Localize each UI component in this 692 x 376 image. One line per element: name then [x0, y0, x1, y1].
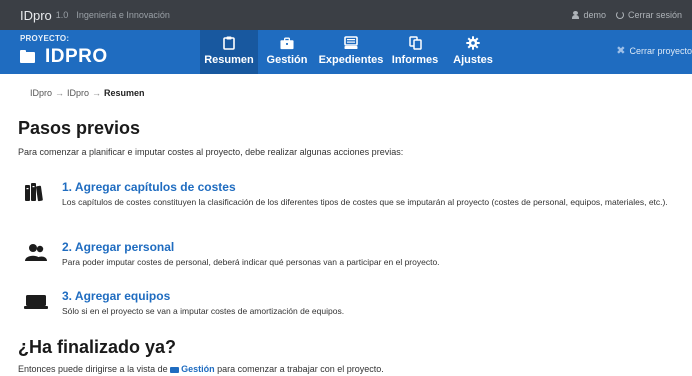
- user-menu[interactable]: demo: [572, 10, 606, 20]
- tab-resumen[interactable]: Resumen: [200, 30, 258, 74]
- power-icon: [615, 11, 624, 19]
- project-bar: PROYECTO: IDPRO Resumen Gestión Expedien…: [0, 30, 692, 74]
- app-brand[interactable]: IDpro: [20, 8, 52, 23]
- users-icon: [24, 242, 48, 262]
- main-nav: Resumen Gestión Expedientes Informes Aju…: [200, 30, 502, 74]
- intro-text: Para comenzar a planificar e imputar cos…: [18, 147, 404, 157]
- tab-label: Resumen: [204, 54, 254, 66]
- project-label: PROYECTO:: [20, 34, 70, 43]
- breadcrumb: IDpro → IDpro → Resumen: [30, 88, 145, 98]
- logout-link[interactable]: Cerrar sesión: [615, 10, 682, 20]
- gestion-link[interactable]: Gestión: [170, 364, 215, 374]
- step-description: Para poder imputar costes de personal, d…: [62, 257, 440, 267]
- binders-icon: [24, 182, 48, 202]
- step-link[interactable]: 2. Agregar personal: [62, 240, 174, 254]
- gear-icon: [466, 36, 480, 50]
- username: demo: [583, 10, 606, 20]
- tab-informes[interactable]: Informes: [386, 30, 444, 74]
- close-project-label: Cerrar proyecto: [629, 45, 692, 56]
- clipboard-icon: [222, 36, 236, 50]
- app-version: 1.0: [55, 10, 69, 20]
- page-title: Pasos previos: [18, 118, 141, 138]
- organization-name: Ingeniería e Innovación: [76, 10, 170, 20]
- logout-label: Cerrar sesión: [627, 10, 682, 20]
- breadcrumb-arrow-icon: →: [55, 88, 65, 98]
- step-link[interactable]: 3. Agregar equipos: [62, 289, 170, 303]
- folder-stack-icon: [344, 36, 358, 50]
- laptop-icon: [24, 291, 48, 311]
- finished-text: Entonces puede dirigirse a la vista de G…: [18, 364, 384, 374]
- step-description: Sólo si en el proyecto se van a imputar …: [62, 306, 345, 316]
- user-area: demo Cerrar sesión: [572, 0, 692, 30]
- breadcrumb-item[interactable]: IDpro: [67, 88, 89, 98]
- breadcrumb-item[interactable]: IDpro: [30, 88, 52, 98]
- close-icon: ✖: [616, 45, 626, 57]
- step-description: Los capítulos de costes constituyen la c…: [62, 197, 668, 207]
- tab-label: Expedientes: [318, 54, 384, 66]
- breadcrumb-arrow-icon: →: [92, 88, 102, 98]
- finished-heading: ¿Ha finalizado ya?: [18, 337, 177, 357]
- tab-label: Ajustes: [453, 54, 493, 66]
- tab-expedientes[interactable]: Expedientes: [316, 30, 386, 74]
- documents-icon: [408, 36, 422, 50]
- project-title[interactable]: IDPRO: [20, 46, 108, 68]
- breadcrumb-current: Resumen: [104, 88, 145, 98]
- top-bar: IDpro 1.0 Ingeniería e Innovación demo C…: [0, 0, 692, 30]
- folder-icon: [20, 49, 35, 63]
- finished-post: para comenzar a trabajar con el proyecto…: [217, 364, 384, 374]
- project-name: IDPRO: [45, 46, 108, 67]
- user-icon: [572, 11, 580, 19]
- briefcase-icon: [170, 366, 180, 373]
- gestion-link-label: Gestión: [181, 364, 215, 374]
- finished-pre: Entonces puede dirigirse a la vista de: [18, 364, 168, 374]
- tab-label: Gestión: [266, 54, 308, 66]
- briefcase-icon: [280, 36, 294, 50]
- tab-ajustes[interactable]: Ajustes: [444, 30, 502, 74]
- tab-gestion[interactable]: Gestión: [258, 30, 316, 74]
- tab-label: Informes: [391, 54, 439, 66]
- step-link[interactable]: 1. Agregar capítulos de costes: [62, 180, 236, 194]
- close-project-button[interactable]: ✖ Cerrar proyecto: [616, 44, 692, 57]
